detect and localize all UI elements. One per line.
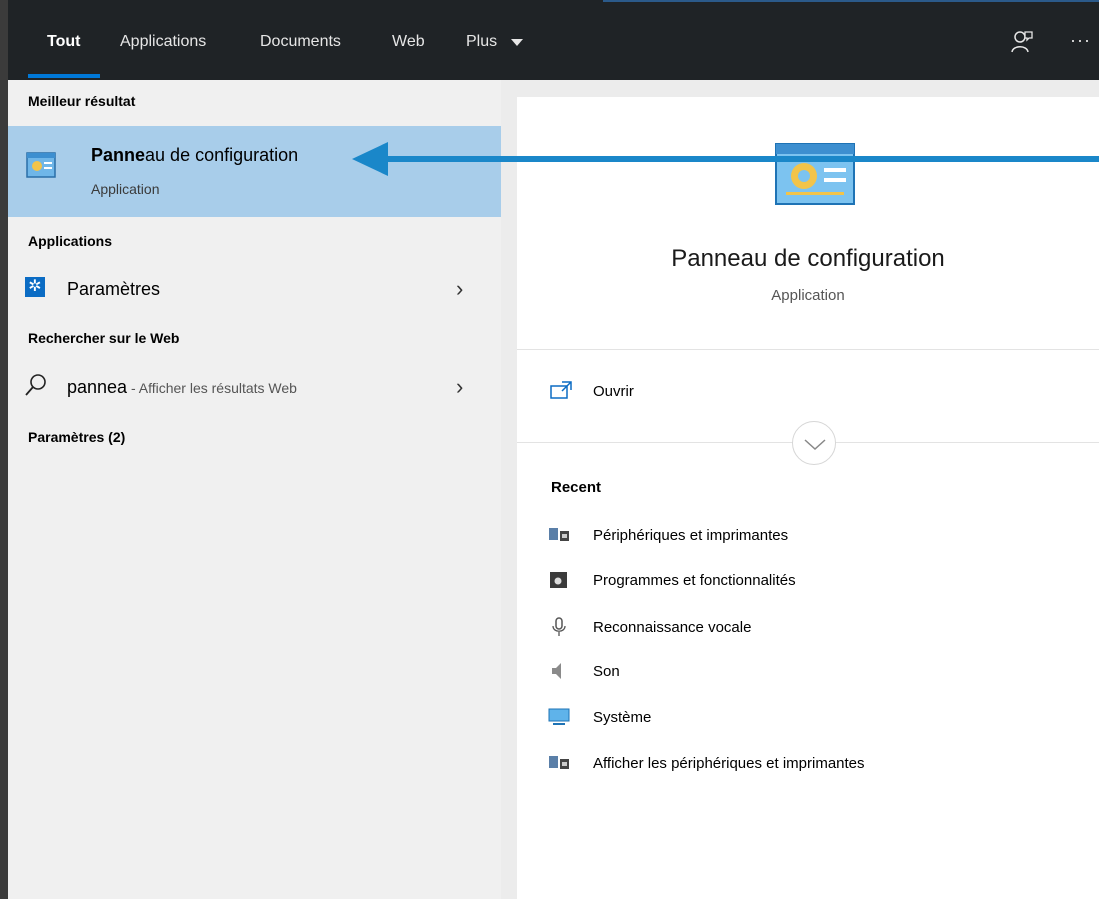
web-search-label: pannea - Afficher les résultats Web (67, 377, 297, 397)
panel-gutter (501, 80, 517, 899)
gear-icon: ✲ (25, 277, 45, 297)
more-options-icon[interactable]: ··· (1070, 30, 1091, 51)
control-panel-icon (26, 152, 56, 178)
recent-header: Recent (551, 479, 602, 496)
tab-applications[interactable]: Applications (120, 33, 206, 51)
best-result-subtitle: Application (91, 181, 160, 197)
tab-tout[interactable]: Tout (47, 33, 80, 51)
settings-count-header[interactable]: Paramètres (2) (28, 429, 125, 445)
divider (517, 349, 1099, 350)
annotation-arrow (352, 142, 1099, 176)
tab-plus[interactable]: Plus (466, 33, 497, 51)
devices-printers-icon (549, 756, 569, 769)
chevron-right-icon[interactable]: › (456, 374, 463, 400)
active-tab-indicator (28, 74, 100, 78)
best-result-title: Panneau de configuration (91, 145, 299, 165)
chevron-right-icon[interactable]: › (456, 276, 463, 302)
speaker-icon (552, 663, 561, 679)
devices-printers-icon (549, 528, 569, 541)
preview-title: Panneau de configuration (671, 245, 945, 272)
open-external-icon (550, 381, 572, 399)
preview-subtitle: Application (771, 287, 845, 304)
preview-background (501, 80, 1099, 97)
applications-header: Applications (28, 233, 113, 249)
chevron-down-icon (804, 439, 826, 451)
open-label: Ouvrir (593, 383, 634, 400)
preview-panel (517, 97, 1099, 899)
programs-icon (550, 572, 567, 588)
tab-web[interactable]: Web (392, 33, 425, 51)
monitor-icon (548, 708, 570, 725)
caret-down-icon[interactable] (511, 39, 523, 46)
best-result-header: Meilleur résultat (28, 93, 136, 109)
expand-button[interactable] (792, 421, 836, 465)
microphone-icon (552, 617, 566, 636)
web-search-header: Rechercher sur le Web (28, 330, 180, 346)
tab-documents[interactable]: Documents (260, 33, 341, 51)
topbar-accent-line (603, 0, 1099, 2)
app-item-label: Paramètres (67, 279, 161, 299)
search-icon (25, 374, 46, 396)
feedback-icon[interactable] (1011, 30, 1033, 54)
